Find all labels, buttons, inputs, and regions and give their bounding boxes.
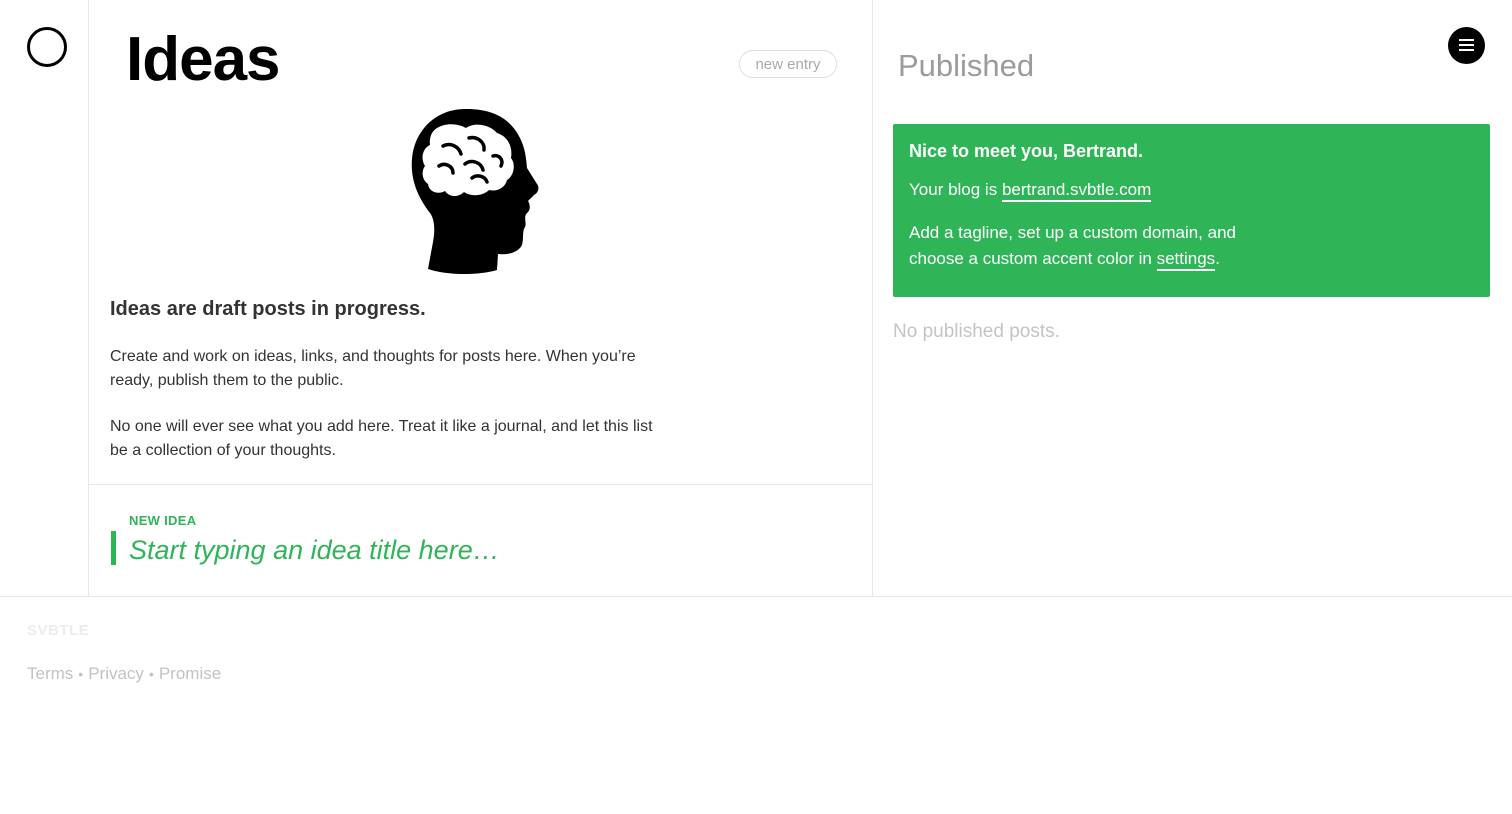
idea-title-input[interactable] (129, 532, 829, 568)
footer-link-privacy[interactable]: Privacy (88, 664, 144, 683)
left-rail (0, 0, 89, 596)
menu-line (1459, 44, 1474, 46)
footer-link-terms[interactable]: Terms (27, 664, 73, 683)
hamburger-menu-icon[interactable] (1448, 27, 1485, 64)
footer-separator: • (148, 666, 154, 682)
settings-suffix: . (1215, 249, 1220, 268)
ideas-title: Ideas (126, 25, 281, 94)
welcome-settings-text: Add a tagline, set up a custom domain, a… (909, 220, 1289, 272)
welcome-blog-line: Your blog is bertrand.svbtle.com (909, 180, 1152, 202)
intro-paragraph-1: Create and work on ideas, links, and tho… (110, 348, 636, 389)
footer-link-promise[interactable]: Promise (159, 664, 221, 683)
blog-prefix: Your blog is (909, 180, 998, 199)
footer-separator: • (78, 666, 84, 682)
footer-divider (0, 596, 1512, 597)
welcome-greeting: Nice to meet you, Bertrand. (909, 141, 1144, 161)
ideas-column: Ideas new entry Ideas are draft posts in… (89, 0, 873, 596)
intro-heading: Ideas are draft posts in progress. (110, 298, 426, 320)
settings-link[interactable]: settings (1156, 249, 1216, 271)
app-layout: Ideas new entry Ideas are draft posts in… (0, 0, 1512, 597)
menu-line (1459, 49, 1474, 51)
empty-published-message: No published posts. (893, 321, 1060, 342)
published-title: Published (898, 48, 1035, 83)
text-cursor-bar (111, 531, 116, 565)
circle-logo-icon[interactable] (27, 27, 67, 67)
blog-url-link[interactable]: bertrand.svbtle.com (1001, 180, 1152, 202)
menu-line (1459, 39, 1474, 41)
footer-links: Terms • Privacy • Promise (27, 664, 221, 684)
published-column: Published Nice to meet you, Bertrand. Yo… (873, 0, 1512, 596)
intro-paragraph-2: No one will ever see what you add here. … (110, 418, 653, 459)
new-entry-button[interactable]: new entry (739, 50, 837, 78)
new-idea-label: NEW IDEA (129, 513, 197, 528)
brain-head-icon (411, 108, 539, 275)
welcome-banner: Nice to meet you, Bertrand. Your blog is… (893, 124, 1490, 297)
footer-brand: SVBTLE (27, 622, 90, 639)
section-divider (89, 484, 872, 485)
